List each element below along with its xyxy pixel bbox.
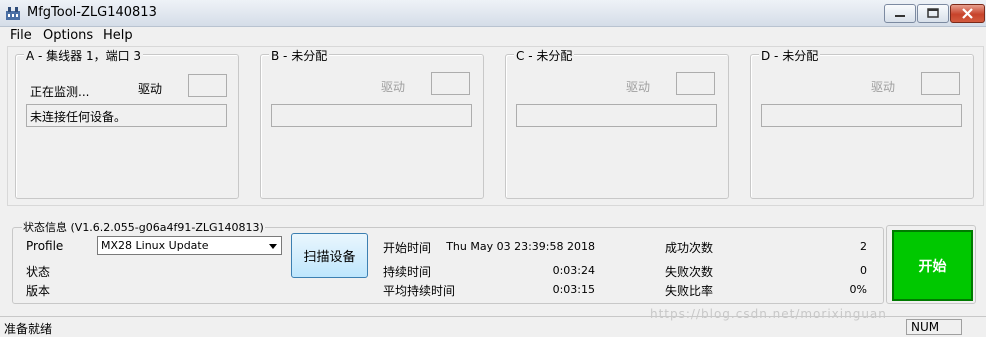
status-info-title: 状态信息 (V1.6.2.055-g06a4f91-ZLG140813) [22, 219, 265, 235]
fail-count-label: 失败次数 [665, 265, 714, 279]
panel-c-driver-label: 驱动 [626, 80, 651, 94]
panel-d-driver-box [921, 72, 960, 95]
start-button[interactable]: 开始 [892, 230, 973, 301]
panel-d-driver-label: 驱动 [871, 80, 896, 94]
chevron-down-icon [269, 244, 277, 249]
version-label: 版本 [26, 284, 51, 298]
panel-a-driver-label: 驱动 [138, 82, 163, 96]
port-panel-d: D - 未分配 驱动 [750, 47, 974, 199]
panel-c-driver-box [676, 72, 715, 95]
close-button[interactable] [950, 4, 985, 23]
port-panel-b: B - 未分配 驱动 [260, 47, 484, 199]
profile-select-value: MX28 Linux Update [101, 239, 209, 252]
panel-a-title: A - 集线器 1，端口 3 [24, 47, 144, 64]
panel-d-title: D - 未分配 [759, 47, 821, 64]
profile-label: Profile [26, 239, 64, 253]
port-panel-c: C - 未分配 驱动 [505, 47, 729, 199]
avg-duration-label: 平均持续时间 [383, 284, 456, 298]
status-ready-text: 准备就绪 [4, 322, 53, 336]
close-icon [962, 8, 973, 19]
menu-options[interactable]: Options [43, 28, 93, 43]
status-bar: 准备就绪 NUM [0, 316, 986, 337]
panel-c-status-box [516, 104, 717, 127]
panel-a-status-text: 未连接任何设备。 [30, 110, 127, 124]
panel-a-monitor-text: 正在监测... [30, 85, 90, 99]
success-count-label: 成功次数 [665, 241, 714, 255]
start-time-value: Thu May 03 23:39:58 2018 [446, 240, 595, 253]
panel-b-status-box [271, 104, 472, 127]
menu-file[interactable]: File [10, 28, 32, 43]
fail-count-value: 0 [860, 264, 867, 277]
fail-rate-value: 0% [849, 283, 867, 296]
panel-d-status-box [761, 104, 962, 127]
state-label: 状态 [26, 265, 51, 279]
success-count-value: 2 [860, 240, 867, 253]
fail-rate-label: 失败比率 [665, 284, 714, 298]
duration-label: 持续时间 [383, 265, 432, 279]
panel-a-driver-box [188, 74, 227, 97]
title-bar[interactable]: MfgTool-ZLG140813 [0, 0, 986, 27]
panel-b-title: B - 未分配 [269, 47, 330, 64]
window-title: MfgTool-ZLG140813 [27, 5, 157, 20]
app-icon [5, 5, 21, 21]
menu-bar: File Options Help [0, 27, 986, 45]
duration-value: 0:03:24 [552, 264, 595, 277]
minimize-icon [895, 15, 905, 17]
start-time-label: 开始时间 [383, 241, 432, 255]
panel-c-title: C - 未分配 [514, 47, 575, 64]
minimize-button[interactable] [884, 4, 916, 23]
port-panel-a: A - 集线器 1，端口 3 正在监测... 驱动 未连接任何设备。 [15, 47, 239, 199]
avg-duration-value: 0:03:15 [552, 283, 595, 296]
scan-devices-button[interactable]: 扫描设备 [291, 233, 368, 278]
panel-b-driver-label: 驱动 [381, 80, 406, 94]
panel-a-status-box: 未连接任何设备。 [26, 104, 227, 127]
menu-help[interactable]: Help [103, 28, 133, 43]
profile-select[interactable]: MX28 Linux Update [97, 236, 282, 255]
panel-b-driver-box [431, 72, 470, 95]
maximize-button[interactable] [917, 4, 949, 23]
maximize-icon [927, 8, 939, 18]
num-lock-indicator: NUM [906, 319, 962, 335]
port-panels-area: A - 集线器 1，端口 3 正在监测... 驱动 未连接任何设备。 B - 未… [7, 46, 984, 206]
